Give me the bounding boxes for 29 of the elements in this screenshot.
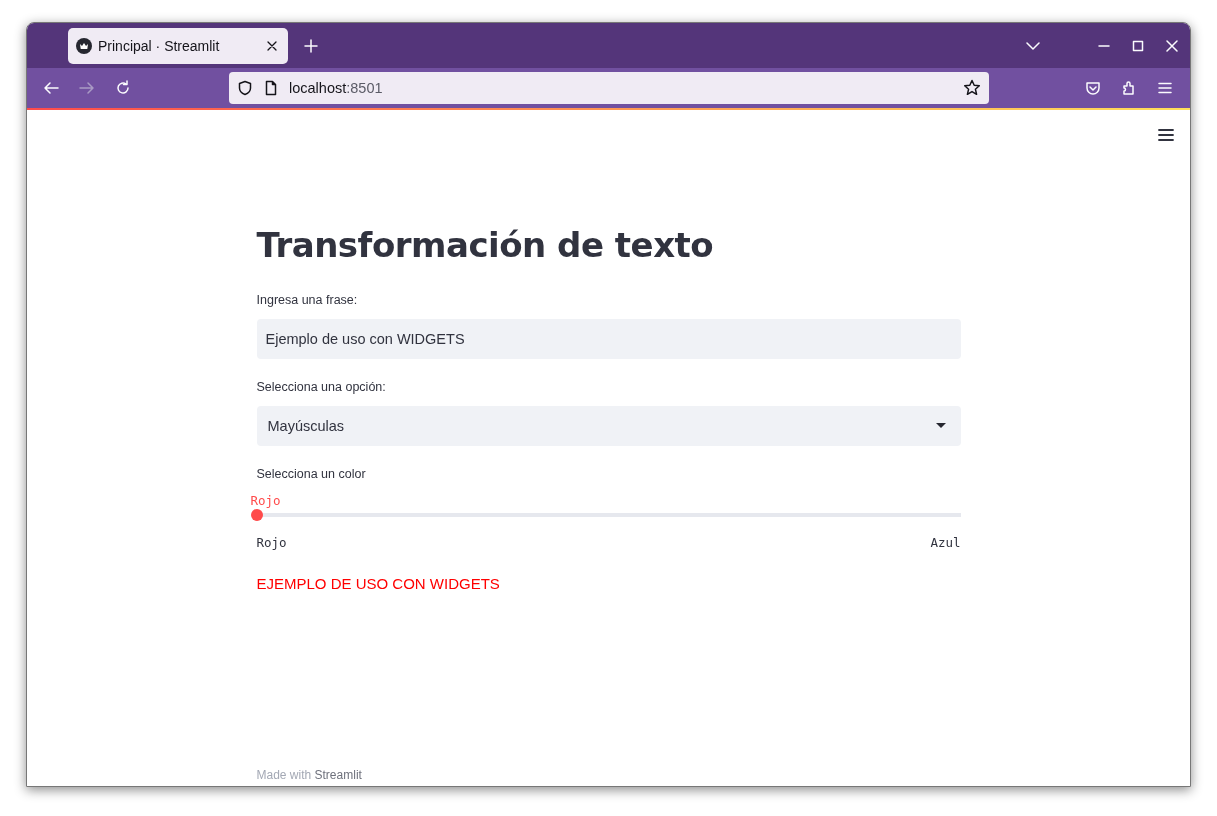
field-label: Selecciona un color: [256, 467, 367, 481]
pocket-icon[interactable]: [1085, 80, 1101, 96]
slider-value: Rojo: [250, 493, 281, 508]
back-arrow-icon[interactable]: [43, 80, 59, 96]
text-field[interactable]: Ejemplo de uso con WIDGETS: [256, 319, 961, 359]
crown-icon: [76, 37, 92, 54]
field-label: Ingresa una frase:: [256, 293, 359, 307]
page-title: Transformación de texto: [256, 225, 715, 265]
puzzle-icon[interactable]: [1121, 80, 1137, 96]
plus-icon[interactable]: [304, 38, 318, 53]
footer-text: Made with Streamlit: [256, 768, 362, 782]
url-text[interactable]: localhost:8501: [289, 80, 383, 96]
maximize-icon[interactable]: [1132, 39, 1144, 52]
close-icon[interactable]: [266, 39, 278, 52]
caret-icon: [935, 423, 946, 429]
shield-icon[interactable]: [237, 80, 253, 96]
star-icon[interactable]: [963, 79, 981, 97]
dropdown[interactable]: Mayúsculas: [256, 406, 961, 446]
field-label: Selecciona una opción:: [256, 380, 387, 394]
output-text: EJEMPLO DE USO CON WIDGETS: [256, 575, 501, 592]
menu-icon[interactable]: [1158, 128, 1174, 142]
browser-tab[interactable]: Principal · Streamlit: [68, 27, 288, 64]
slider-thumb[interactable]: [250, 509, 263, 521]
address-bar[interactable]: localhost:8501: [229, 72, 989, 104]
page-icon[interactable]: [263, 80, 279, 96]
reload-icon[interactable]: [115, 80, 131, 96]
slider-min-label: Rojo: [256, 535, 287, 550]
slider-max-label: Azul: [930, 535, 961, 550]
menu-icon[interactable]: [1157, 80, 1173, 96]
